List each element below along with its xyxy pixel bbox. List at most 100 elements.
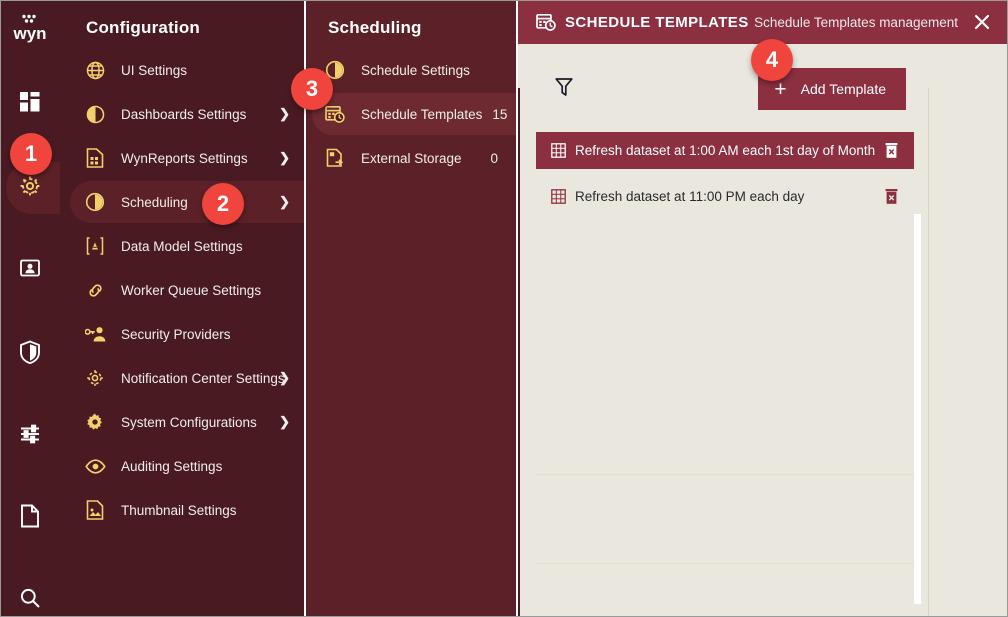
sidebar-item-external-storage[interactable]: External Storage 0	[306, 136, 518, 180]
list-item-label: Refresh dataset at 11:00 PM each day	[575, 189, 805, 204]
link-chain-icon	[82, 279, 108, 301]
scheduling-panel-title: Scheduling	[328, 18, 422, 37]
external-storage-icon	[322, 147, 348, 169]
list-separator	[536, 474, 914, 475]
configuration-menu-list: UI Settings Dashboards Settings ❯ WynRep…	[60, 48, 304, 532]
rail-item-settings[interactable]	[0, 408, 60, 464]
sidebar-item-schedule-templates[interactable]: Schedule Templates 15	[306, 92, 518, 136]
step-badge-4: 4	[751, 39, 793, 81]
rail-item-search[interactable]	[0, 572, 60, 617]
sidebar-item-system-configurations[interactable]: System Configurations ❯	[60, 400, 304, 444]
document-icon	[20, 504, 40, 533]
gear-solid-icon	[82, 411, 108, 433]
list-item[interactable]: Refresh dataset at 11:00 PM each day	[536, 178, 914, 215]
chevron-right-icon: ❯	[279, 414, 290, 429]
sidebar-item-notification-center-settings[interactable]: Notification Center Settings ❯	[60, 356, 304, 400]
globe-icon	[82, 59, 108, 81]
step-badge-3: 3	[291, 68, 333, 110]
template-list: Refresh dataset at 1:00 AM each 1st day …	[536, 132, 914, 224]
shield-icon	[19, 339, 41, 369]
sidebar-item-count: 0	[490, 150, 498, 166]
trash-icon[interactable]	[882, 142, 900, 160]
sidebar-item-label: Security Providers	[121, 326, 231, 342]
content-right-divider	[928, 88, 929, 617]
page-subtitle: Schedule Templates management	[754, 14, 958, 30]
vertical-scrollbar-thumb[interactable]	[914, 214, 921, 604]
add-template-label: Add Template	[800, 81, 886, 97]
rail-item-accounts[interactable]	[0, 242, 60, 298]
wyn-logo[interactable]: wyn	[0, 6, 60, 50]
search-icon	[19, 587, 41, 614]
sidebar-item-auditing-settings[interactable]: Auditing Settings	[60, 444, 304, 488]
close-icon[interactable]	[972, 12, 992, 32]
chevron-right-icon: ❯	[279, 150, 290, 165]
plus-icon: +	[774, 77, 787, 101]
gear-icon	[82, 367, 108, 389]
templates-toolbar: + Add Template	[518, 44, 918, 114]
sidebar-item-label: External Storage	[361, 150, 462, 166]
step-badge-label: 3	[305, 76, 319, 101]
sidebar-item-label: System Configurations	[121, 414, 257, 430]
chevron-right-icon: ❯	[279, 106, 290, 121]
application-window: wyn Configuration UI Settings Dashboards…	[0, 0, 1008, 617]
sidebar-item-security-providers[interactable]: Security Providers	[60, 312, 304, 356]
main-content: SCHEDULE TEMPLATES Schedule Templates ma…	[518, 0, 1008, 617]
sidebar-item-label: Schedule Settings	[361, 62, 470, 78]
list-item[interactable]: Refresh dataset at 1:00 AM each 1st day …	[536, 132, 914, 169]
step-badge-label: 2	[216, 191, 230, 216]
left-icon-rail: wyn	[0, 0, 60, 617]
report-document-icon	[82, 147, 108, 169]
chevron-right-icon: ❯	[279, 370, 290, 385]
clock-moon-icon	[82, 191, 108, 213]
eye-icon	[82, 455, 108, 477]
sidebar-item-label: Data Model Settings	[121, 238, 243, 254]
user-key-icon	[82, 323, 108, 345]
filter-icon[interactable]	[551, 74, 577, 100]
grid-table-icon	[550, 189, 566, 205]
sidebar-item-label: Notification Center Settings	[121, 370, 285, 386]
scheduling-panel: Scheduling Schedule Settings Schedule Te…	[306, 0, 518, 617]
sidebar-item-worker-queue-settings[interactable]: Worker Queue Settings	[60, 268, 304, 312]
configuration-panel-title: Configuration	[86, 18, 201, 37]
list-item-label: Refresh dataset at 1:00 AM each 1st day …	[575, 143, 876, 158]
sidebar-item-wynreports-settings[interactable]: WynReports Settings ❯	[60, 136, 304, 180]
rail-item-dashboards[interactable]	[0, 76, 60, 132]
list-separator	[536, 563, 914, 564]
trash-icon[interactable]	[882, 188, 900, 206]
rail-item-documents[interactable]	[0, 490, 60, 546]
pie-chart-icon	[82, 103, 108, 125]
image-icon	[82, 499, 108, 521]
sidebar-item-dashboards-settings[interactable]: Dashboards Settings ❯	[60, 92, 304, 136]
sidebar-item-data-model-settings[interactable]: Data Model Settings	[60, 224, 304, 268]
sidebar-item-label: Dashboards Settings	[121, 106, 247, 122]
content-body: + Add Template Refresh dataset at 1:00 A…	[518, 44, 1008, 617]
chevron-right-icon: ❯	[279, 194, 290, 209]
wyn-logo-icon: wyn	[12, 14, 47, 43]
main-header: SCHEDULE TEMPLATES Schedule Templates ma…	[518, 0, 1008, 44]
configuration-panel: Configuration UI Settings Dashboards Set…	[60, 0, 304, 617]
dashboard-grid-icon	[19, 91, 41, 118]
sidebar-item-label: Auditing Settings	[121, 458, 223, 474]
user-card-icon	[19, 257, 41, 284]
step-badge-label: 4	[765, 47, 779, 72]
sliders-icon	[19, 423, 41, 450]
sidebar-item-label: UI Settings	[121, 62, 188, 78]
step-badge-2: 2	[202, 183, 244, 225]
sidebar-item-ui-settings[interactable]: UI Settings	[60, 48, 304, 92]
sidebar-item-label: WynReports Settings	[121, 150, 248, 166]
sidebar-item-label: Worker Queue Settings	[121, 282, 262, 298]
rail-item-security[interactable]	[0, 326, 60, 382]
schedule-template-icon	[536, 12, 556, 32]
step-badge-1: 1	[10, 133, 52, 175]
sidebar-item-schedule-settings[interactable]: Schedule Settings	[306, 48, 518, 92]
schedule-template-icon	[322, 103, 348, 125]
sidebar-item-label: Scheduling	[121, 194, 188, 210]
sidebar-item-scheduling[interactable]: Scheduling ❯	[60, 180, 304, 224]
svg-text:wyn: wyn	[12, 24, 46, 43]
grid-table-icon	[550, 143, 566, 159]
page-title: SCHEDULE TEMPLATES	[565, 13, 749, 31]
step-badge-label: 1	[24, 141, 38, 166]
scheduling-menu-list: Schedule Settings Schedule Templates 15 …	[306, 48, 518, 180]
sidebar-item-thumbnail-settings[interactable]: Thumbnail Settings	[60, 488, 304, 532]
sidebar-item-label: Thumbnail Settings	[121, 502, 237, 518]
